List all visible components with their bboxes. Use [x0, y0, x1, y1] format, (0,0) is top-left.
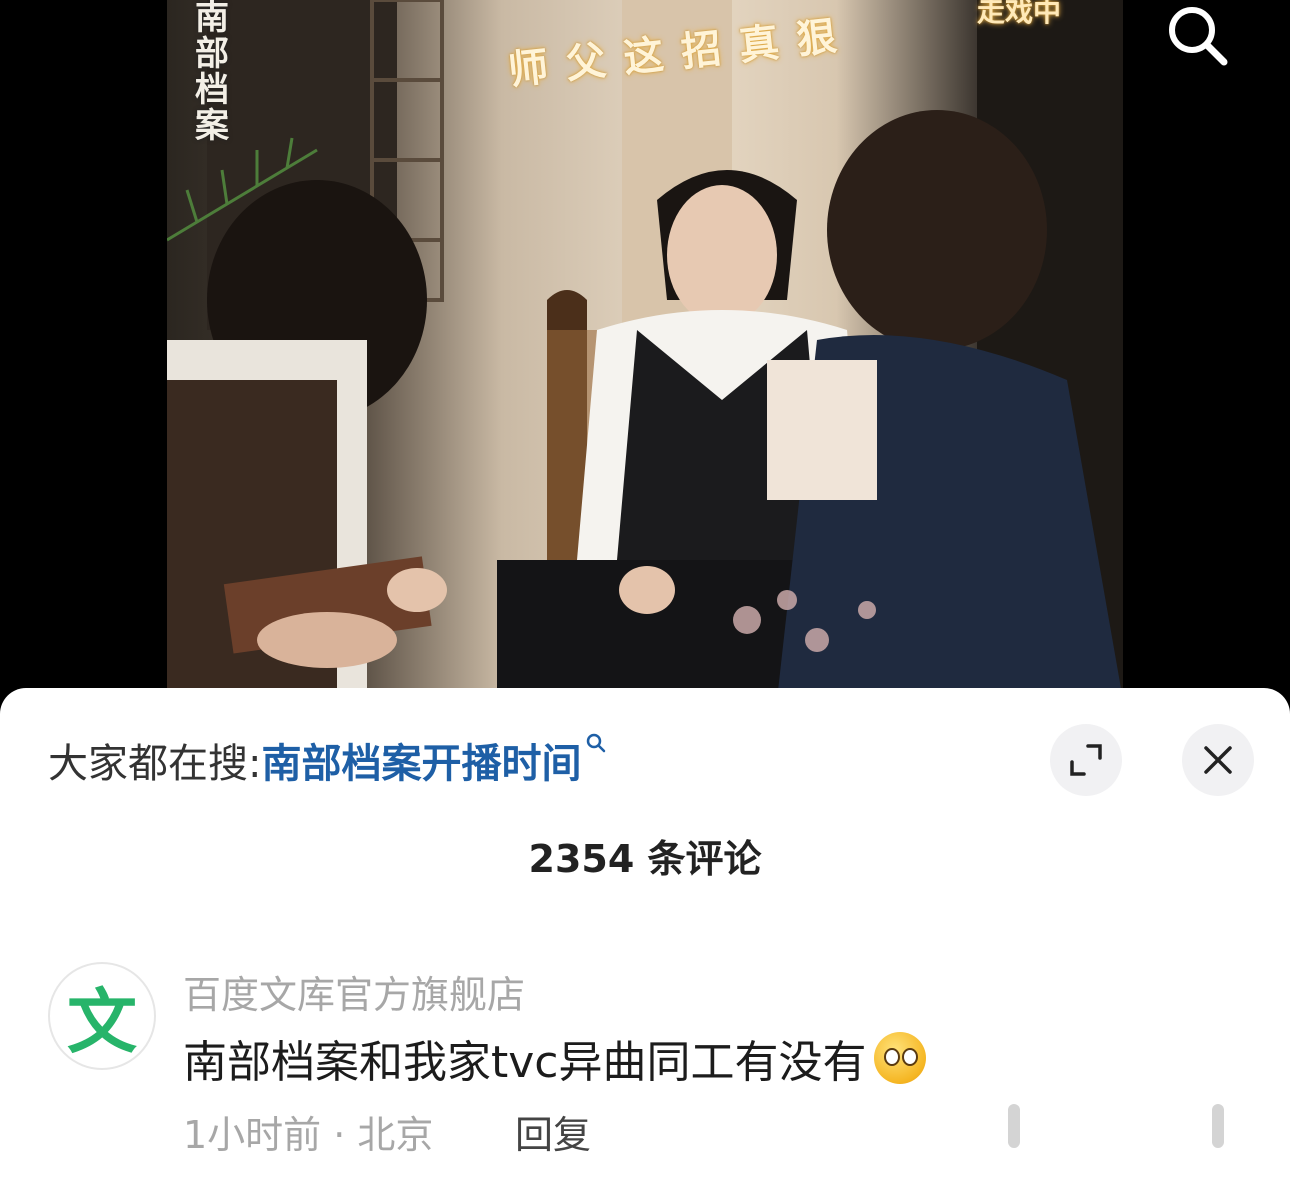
scroll-indicator	[1212, 1104, 1224, 1148]
avatar[interactable]: 文	[48, 962, 156, 1070]
video-player[interactable]: 南部档案 师父这招真狠 走戏中	[0, 0, 1290, 700]
expand-button[interactable]	[1050, 724, 1122, 796]
close-icon	[1204, 746, 1232, 774]
search-icon	[1169, 7, 1228, 66]
drama-logo: 南部档案	[195, 0, 229, 146]
close-button[interactable]	[1182, 724, 1254, 796]
video-status-tag: 走戏中	[977, 0, 1062, 28]
video-frame[interactable]: 南部档案 师父这招真狠 走戏中	[167, 0, 1123, 700]
search-icon	[585, 732, 607, 760]
comment-meta: 1小时前 · 北京	[183, 1113, 434, 1157]
avatar-glyph: 文	[67, 980, 137, 1063]
pleading-face-emoji-icon	[874, 1032, 927, 1084]
expand-icon	[1070, 744, 1102, 776]
comments-sheet: 大家都在搜: 南部档案开播时间 2354 条评论 文 百度文库官方旗舰店 南部档…	[0, 688, 1290, 1193]
trending-label: 大家都在搜:	[48, 741, 262, 787]
comment-text: 南部档案和我家tvc异曲同工有没有	[183, 1037, 867, 1088]
trending-query-link[interactable]: 南部档案开播时间	[261, 731, 581, 789]
video-still	[167, 0, 1123, 700]
comment-author[interactable]: 百度文库官方旗舰店	[183, 964, 525, 1019]
search-button[interactable]	[1158, 0, 1238, 72]
comment-count: 2354 条评论	[528, 837, 762, 881]
comment-item[interactable]: 文 百度文库官方旗舰店 南部档案和我家tvc异曲同工有没有 1小时前 · 北京 …	[48, 962, 1248, 1182]
reply-button[interactable]: 回复	[515, 1104, 591, 1159]
trending-search[interactable]: 大家都在搜: 南部档案开播时间	[48, 728, 607, 792]
scroll-indicator	[1008, 1104, 1020, 1148]
comment-body: 南部档案和我家tvc异曲同工有没有	[183, 1026, 927, 1090]
